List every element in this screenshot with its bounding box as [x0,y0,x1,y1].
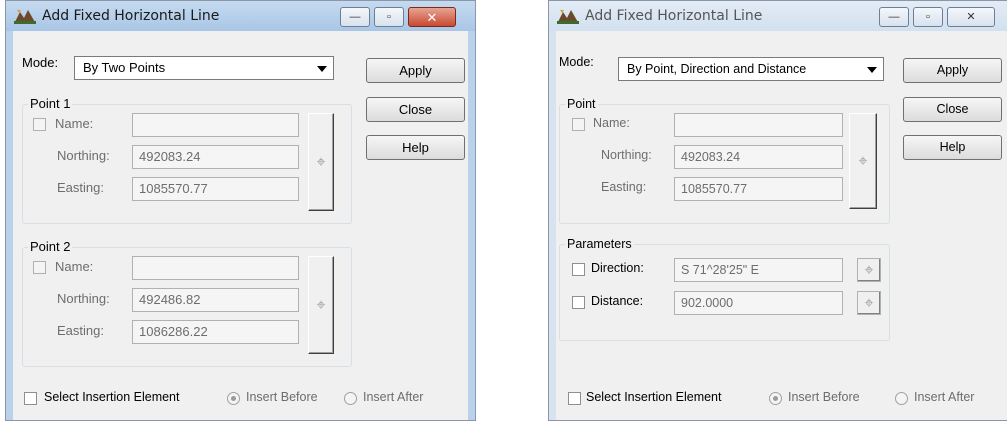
name-checkbox[interactable] [572,118,585,131]
mode-label: Mode: [559,55,594,69]
northing-label: Northing: [57,148,110,163]
minimize-button[interactable]: — [879,7,909,27]
insert-before-label: Insert Before [246,390,318,404]
select-insertion-label: Select Insertion Element [44,390,180,404]
close-window-button[interactable]: ✕ [408,7,456,27]
pick-distance-button[interactable]: ⌖ [857,291,881,315]
crosshair-icon: ⌖ [864,260,874,279]
crosshair-icon: ⌖ [316,295,326,314]
maximize-button[interactable]: ▫ [913,7,943,27]
dialog-client: Mode: By Two Points Apply Close Help Poi… [13,31,468,420]
title-bar[interactable]: Add Fixed Horizontal Line — ▫ ✕ [6,1,475,31]
direction-field[interactable]: S 71^28'25" E [674,258,843,282]
select-insertion-checkbox[interactable] [568,392,581,405]
insert-before-radio[interactable] [769,392,782,405]
parameters-group: Parameters Direction: S 71^28'25" E ⌖ Di… [559,236,890,341]
select-insertion-label: Select Insertion Element [586,390,722,404]
crosshair-icon: ⌖ [316,152,326,171]
name-checkbox[interactable] [33,261,46,274]
direction-label: Direction: [591,261,644,275]
pick-point-button[interactable]: ⌖ [308,256,334,354]
mode-value: By Two Points [83,60,166,75]
app-icon [14,10,36,24]
chevron-down-icon [317,66,327,72]
insert-after-radio[interactable] [344,392,357,405]
maximize-button[interactable]: ▫ [374,7,404,27]
name-checkbox[interactable] [33,118,46,131]
close-icon: ✕ [426,9,438,25]
chevron-down-icon [867,67,877,73]
help-button[interactable]: Help [366,135,465,160]
maximize-icon: ▫ [387,10,391,23]
northing-label: Northing: [601,148,652,162]
close-button[interactable]: Close [903,97,1002,122]
select-insertion-checkbox[interactable] [24,392,37,405]
point2-group: Point 2 Name: Northing: 492486.82 Eastin… [22,239,352,367]
close-button[interactable]: Close [366,97,465,122]
maximize-icon: ▫ [926,10,930,23]
name-field[interactable] [674,113,843,137]
easting-label: Easting: [57,323,104,338]
window-title: Add Fixed Horizontal Line [42,8,220,24]
easting-label: Easting: [57,180,104,195]
minimize-button[interactable]: — [340,7,370,27]
easting-field[interactable]: 1085570.77 [674,177,843,201]
name-label: Name: [55,116,94,131]
northing-field[interactable]: 492083.24 [674,145,843,169]
point1-group: Point 1 Name: Northing: 492083.24 Eastin… [22,96,352,224]
pick-direction-button[interactable]: ⌖ [857,258,881,282]
dialog-client: Mode: By Point, Direction and Distance A… [556,31,1007,420]
distance-checkbox[interactable] [572,296,585,309]
direction-checkbox[interactable] [572,263,585,276]
title-bar[interactable]: Add Fixed Horizontal Line — ▫ ✕ [549,1,1007,31]
insert-before-radio[interactable] [227,392,240,405]
pick-point-button[interactable]: ⌖ [849,113,877,209]
group-title: Point [565,96,598,112]
northing-field[interactable]: 492486.82 [132,288,299,312]
northing-label: Northing: [57,291,110,306]
easting-field[interactable]: 1085570.77 [132,177,299,201]
insert-after-label: Insert After [363,390,424,404]
name-label: Name: [593,116,630,130]
dialog-point-direction-distance: Add Fixed Horizontal Line — ▫ ✕ Mode: By… [548,0,1007,421]
crosshair-icon: ⌖ [864,293,874,312]
mode-value: By Point, Direction and Distance [627,62,807,76]
minimize-icon: — [349,10,361,23]
mode-label: Mode: [22,55,59,70]
window-title: Add Fixed Horizontal Line [585,8,763,24]
group-title: Point 1 [28,96,73,112]
name-field[interactable] [132,256,299,280]
group-title: Point 2 [28,239,73,255]
point-group: Point Name: Northing: 492083.24 Easting:… [559,96,890,224]
help-button[interactable]: Help [903,135,1002,160]
crosshair-icon: ⌖ [858,151,868,170]
name-label: Name: [55,259,94,274]
easting-label: Easting: [601,180,647,194]
name-field[interactable] [132,113,299,137]
close-window-button[interactable]: ✕ [947,7,995,27]
group-title: Parameters [565,236,634,252]
insert-before-label: Insert Before [788,390,860,404]
mode-dropdown[interactable]: By Point, Direction and Distance [618,57,884,81]
dialog-two-points: Add Fixed Horizontal Line — ▫ ✕ Mode: By… [5,0,476,421]
apply-button[interactable]: Apply [903,58,1002,83]
mode-dropdown[interactable]: By Two Points [74,56,334,80]
close-icon: ✕ [966,10,976,23]
northing-field[interactable]: 492083.24 [132,145,299,169]
apply-button[interactable]: Apply [366,58,465,83]
distance-field[interactable]: 902.0000 [674,291,843,315]
insert-after-radio[interactable] [895,392,908,405]
insert-after-label: Insert After [914,390,975,404]
app-icon [557,10,579,24]
distance-label: Distance: [591,294,644,308]
minimize-icon: — [888,10,900,23]
pick-point-button[interactable]: ⌖ [308,113,334,211]
easting-field[interactable]: 1086286.22 [132,320,299,344]
